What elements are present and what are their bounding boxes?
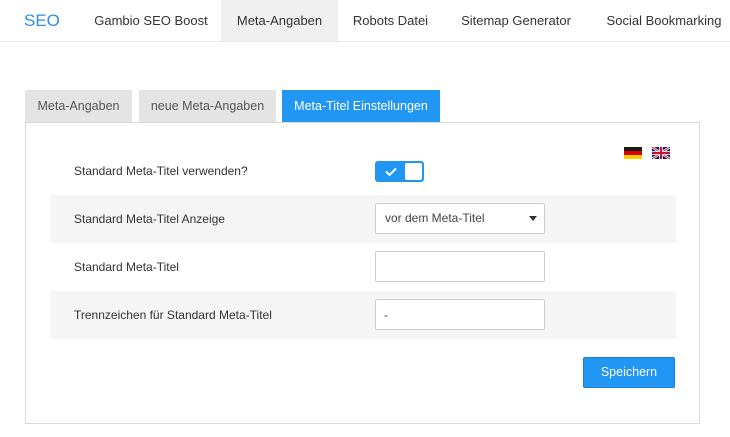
title-display-select[interactable]: vor dem Meta-Titel bbox=[375, 203, 545, 234]
form-row-separator: Trennzeichen für Standard Meta-Titel bbox=[50, 291, 676, 339]
separator-label: Trennzeichen für Standard Meta-Titel bbox=[74, 308, 272, 322]
title-display-value: vor dem Meta-Titel bbox=[385, 211, 485, 225]
checkmark-icon bbox=[385, 167, 397, 177]
nav-item-robots-datei[interactable]: Robots Datei bbox=[343, 0, 438, 41]
brand-title[interactable]: SEO bbox=[24, 0, 60, 42]
tab-meta-titel-einstellungen[interactable]: Meta-Titel Einstellungen bbox=[282, 90, 440, 123]
nav-item-sitemap-generator[interactable]: Sitemap Generator bbox=[452, 0, 580, 41]
use-default-title-label: Standard Meta-Titel verwenden? bbox=[74, 164, 248, 178]
toggle-knob bbox=[405, 163, 422, 180]
settings-panel: Standard Meta-Titel verwenden? Standard … bbox=[25, 122, 700, 424]
default-title-label: Standard Meta-Titel bbox=[74, 260, 179, 274]
form-row-default-title: Standard Meta-Titel bbox=[50, 243, 676, 291]
tab-neue-meta-angaben[interactable]: neue Meta-Angaben bbox=[139, 90, 276, 123]
title-display-label: Standard Meta-Titel Anzeige bbox=[74, 212, 225, 226]
nav-item-meta-angaben[interactable]: Meta-Angaben bbox=[221, 0, 338, 41]
form-row-use-default-title: Standard Meta-Titel verwenden? bbox=[50, 147, 676, 195]
form-row-title-display: Standard Meta-Titel Anzeige vor dem Meta… bbox=[50, 195, 676, 243]
top-navigation: SEO Gambio SEO Boost Meta-Angaben Robots… bbox=[0, 0, 730, 42]
tab-meta-angaben[interactable]: Meta-Angaben bbox=[25, 90, 132, 123]
use-default-title-toggle[interactable] bbox=[375, 161, 424, 182]
save-button[interactable]: Speichern bbox=[583, 357, 675, 388]
nav-item-social-bookmarking[interactable]: Social Bookmarking bbox=[598, 0, 730, 41]
separator-input[interactable] bbox=[375, 299, 545, 330]
default-title-input[interactable] bbox=[375, 251, 545, 282]
caret-down-icon bbox=[529, 216, 537, 221]
nav-item-gambio-seo-boost[interactable]: Gambio SEO Boost bbox=[88, 0, 214, 41]
